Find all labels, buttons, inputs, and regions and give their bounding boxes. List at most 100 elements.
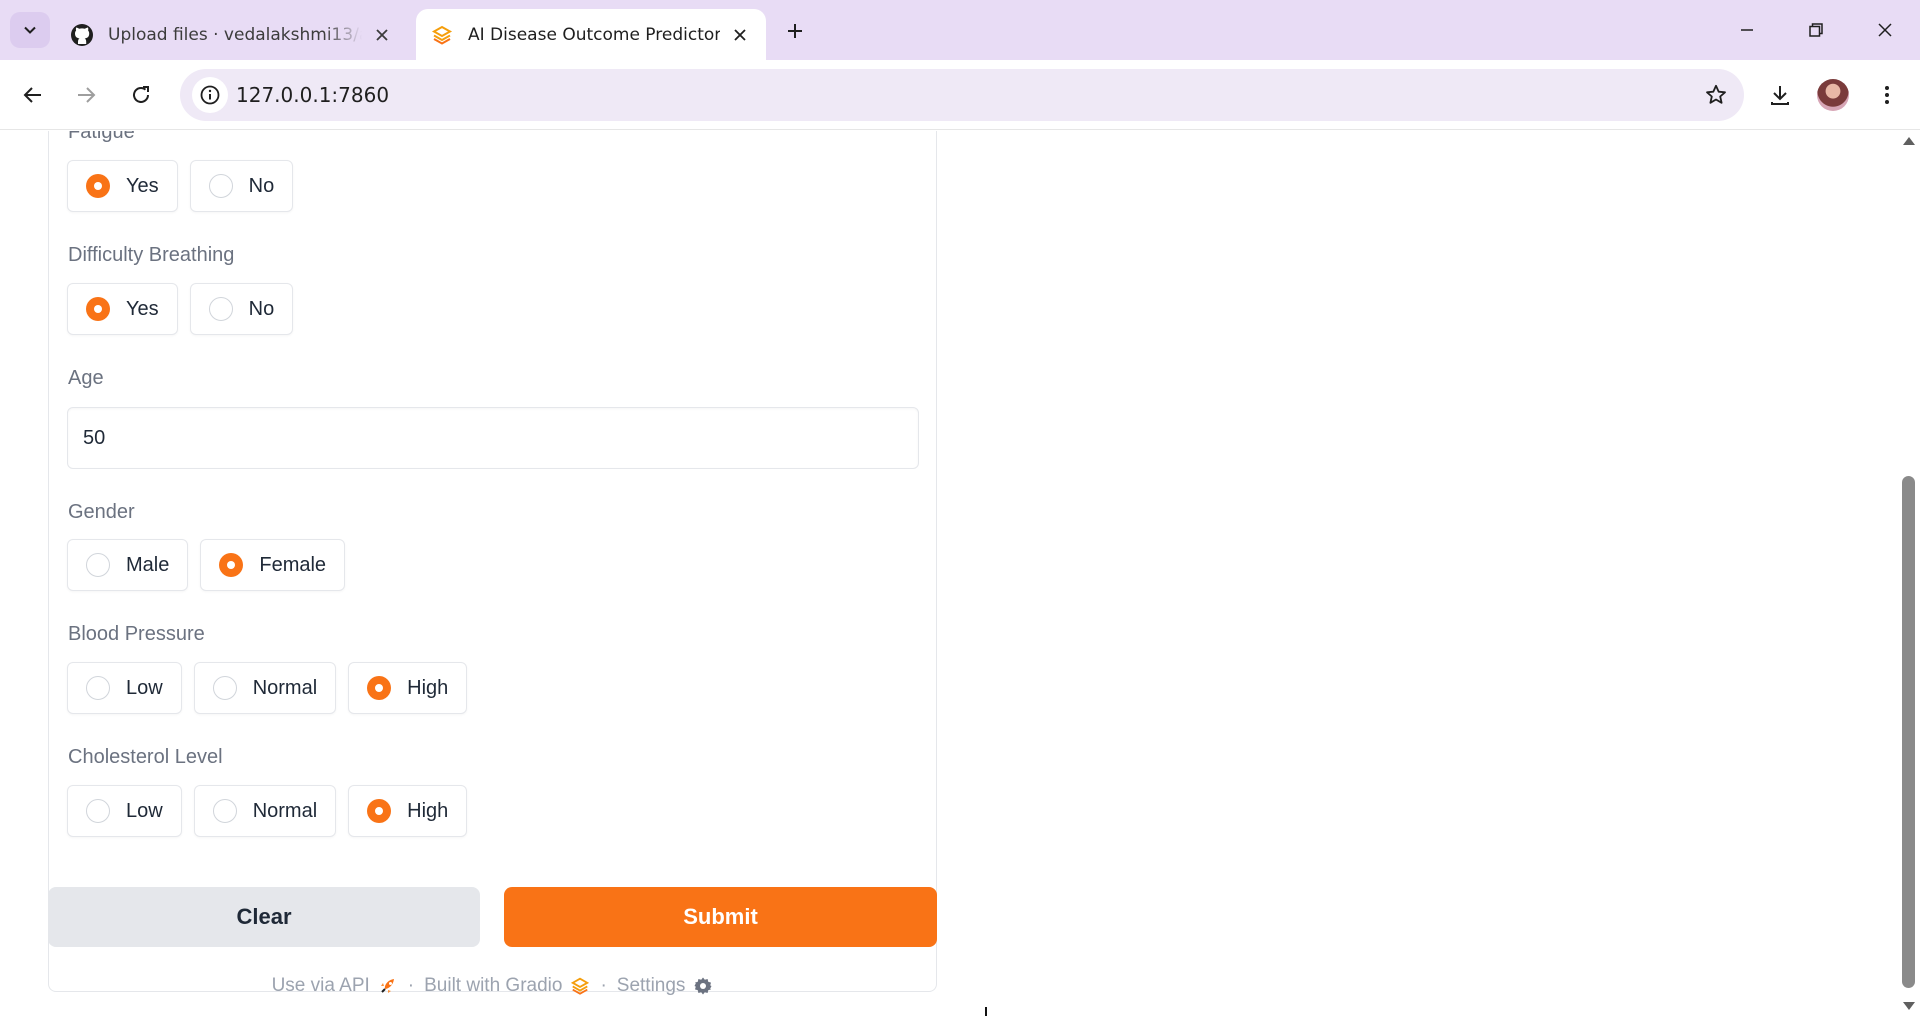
radio-option-high[interactable]: High bbox=[348, 662, 468, 714]
back-button[interactable] bbox=[14, 76, 52, 114]
gradio-footer: Use via API · Built with Gradio · Settin… bbox=[0, 975, 985, 997]
radio-option-low[interactable]: Low bbox=[67, 785, 182, 837]
tab-upload-files[interactable]: Upload files · vedalakshmi13/ai bbox=[56, 9, 408, 60]
field-label-age: Age bbox=[68, 367, 104, 389]
profile-avatar[interactable] bbox=[1817, 79, 1849, 111]
close-window-button[interactable] bbox=[1858, 8, 1912, 52]
close-icon[interactable] bbox=[728, 23, 752, 47]
radio-selected-icon[interactable] bbox=[219, 553, 244, 577]
radio-option-label: Female bbox=[259, 553, 327, 576]
submit-button[interactable]: Submit bbox=[504, 887, 937, 947]
radio-group-gender: Male Female bbox=[67, 539, 346, 591]
radio-option-label: Yes bbox=[126, 174, 159, 197]
radio-option-no[interactable]: No bbox=[189, 160, 294, 212]
radio-option-label: Normal bbox=[252, 799, 318, 822]
tab-title: Upload files · vedalakshmi13/ai bbox=[108, 24, 362, 45]
radio-option-label: High bbox=[407, 799, 449, 822]
radio-option-high[interactable]: High bbox=[348, 785, 468, 837]
radio-option-label: Yes bbox=[126, 297, 159, 320]
tab-title: AI Disease Outcome Predictor bbox=[468, 24, 720, 45]
use-via-api-link[interactable]: Use via API bbox=[272, 975, 398, 997]
field-label-gender: Gender bbox=[68, 501, 135, 523]
radio-unselected-icon[interactable] bbox=[86, 553, 110, 577]
download-icon bbox=[1771, 86, 1789, 105]
radio-option-male[interactable]: Male bbox=[67, 539, 189, 591]
gradio-icon bbox=[430, 23, 454, 47]
settings-link[interactable]: Settings bbox=[617, 975, 714, 997]
minimize-button[interactable] bbox=[1720, 8, 1774, 52]
radio-group-blood-pressure: Low Normal High bbox=[67, 662, 468, 714]
browser-toolbar: 127.0.0.1:7860 bbox=[0, 60, 1920, 130]
radio-unselected-icon[interactable] bbox=[86, 676, 110, 700]
radio-selected-icon[interactable] bbox=[86, 297, 110, 321]
radio-option-yes[interactable]: Yes bbox=[67, 160, 178, 212]
plus-icon bbox=[788, 24, 802, 38]
field-label-difficulty-breathing: Difficulty Breathing bbox=[68, 244, 235, 266]
page-viewport: Fatigue Yes No Difficulty Breathing Yes … bbox=[0, 131, 1898, 1016]
radio-option-label: High bbox=[407, 676, 449, 699]
use-via-api-label: Use via API bbox=[271, 975, 370, 996]
reload-button[interactable] bbox=[122, 76, 160, 114]
radio-option-normal[interactable]: Normal bbox=[193, 662, 337, 714]
footer-separator: · bbox=[407, 975, 415, 996]
radio-group-fatigue: Yes No bbox=[67, 160, 294, 212]
github-icon bbox=[70, 23, 94, 47]
rocket-icon bbox=[380, 979, 394, 993]
arrow-right-icon bbox=[78, 87, 96, 103]
radio-unselected-icon[interactable] bbox=[86, 799, 110, 823]
close-icon[interactable] bbox=[370, 23, 394, 47]
minimize-icon bbox=[1741, 29, 1753, 31]
settings-label: Settings bbox=[616, 975, 686, 996]
radio-option-label: Low bbox=[126, 799, 163, 822]
radio-selected-icon[interactable] bbox=[86, 174, 110, 198]
address-bar[interactable]: 127.0.0.1:7860 bbox=[180, 69, 1744, 121]
gradio-logo-icon bbox=[571, 977, 590, 995]
radio-option-yes[interactable]: Yes bbox=[67, 283, 178, 335]
restore-button[interactable] bbox=[1789, 8, 1843, 52]
radio-group-difficulty-breathing: Yes No bbox=[67, 283, 294, 335]
radio-unselected-icon[interactable] bbox=[212, 799, 237, 823]
text-cursor bbox=[985, 1007, 987, 1016]
age-input[interactable]: 50 bbox=[67, 407, 919, 469]
scroll-down-arrow-icon[interactable] bbox=[1903, 1002, 1915, 1010]
clear-button[interactable]: Clear bbox=[48, 887, 480, 947]
radio-option-label: No bbox=[248, 174, 275, 197]
downloads-button[interactable] bbox=[1761, 76, 1799, 114]
radio-option-normal[interactable]: Normal bbox=[193, 785, 337, 837]
radio-unselected-icon[interactable] bbox=[208, 174, 233, 198]
url-text[interactable]: 127.0.0.1:7860 bbox=[236, 83, 389, 107]
arrow-left-icon bbox=[23, 87, 41, 103]
forward-button[interactable] bbox=[67, 76, 105, 114]
new-tab-button[interactable] bbox=[778, 14, 812, 48]
radio-unselected-icon[interactable] bbox=[212, 676, 237, 700]
radio-selected-icon[interactable] bbox=[367, 676, 392, 700]
page-scrollbar[interactable] bbox=[1898, 131, 1920, 1016]
tab-search-button[interactable] bbox=[10, 12, 50, 48]
input-form-panel: Fatigue Yes No Difficulty Breathing Yes … bbox=[48, 131, 937, 992]
radio-option-no[interactable]: No bbox=[189, 283, 294, 335]
chevron-down-icon bbox=[24, 26, 36, 34]
radio-unselected-icon[interactable] bbox=[208, 297, 233, 321]
browser-menu-button[interactable] bbox=[1868, 76, 1906, 114]
more-vertical-icon bbox=[1885, 86, 1889, 104]
field-label-blood-pressure: Blood Pressure bbox=[68, 623, 205, 645]
built-with-gradio-link[interactable]: Built with Gradio bbox=[424, 975, 590, 997]
field-label-fatigue: Fatigue bbox=[68, 131, 135, 143]
radio-group-cholesterol-level: Low Normal High bbox=[67, 785, 468, 837]
gear-icon bbox=[694, 977, 712, 995]
scrollbar-thumb[interactable] bbox=[1902, 476, 1915, 988]
radio-option-label: Male bbox=[126, 553, 170, 576]
footer-separator: · bbox=[600, 975, 607, 996]
tab-strip: Upload files · vedalakshmi13/ai AI Disea… bbox=[0, 0, 1920, 60]
field-label-cholesterol-level: Cholesterol Level bbox=[68, 746, 223, 768]
bookmark-star-icon[interactable] bbox=[1702, 81, 1730, 109]
built-with-gradio-label: Built with Gradio bbox=[424, 975, 563, 996]
site-info-icon[interactable] bbox=[192, 77, 228, 113]
scroll-up-arrow-icon[interactable] bbox=[1903, 137, 1915, 145]
reload-icon bbox=[133, 86, 149, 103]
radio-selected-icon[interactable] bbox=[367, 799, 392, 823]
close-icon bbox=[1878, 23, 1892, 37]
radio-option-female[interactable]: Female bbox=[200, 539, 346, 591]
radio-option-low[interactable]: Low bbox=[67, 662, 182, 714]
tab-disease-predictor[interactable]: AI Disease Outcome Predictor bbox=[416, 9, 766, 60]
